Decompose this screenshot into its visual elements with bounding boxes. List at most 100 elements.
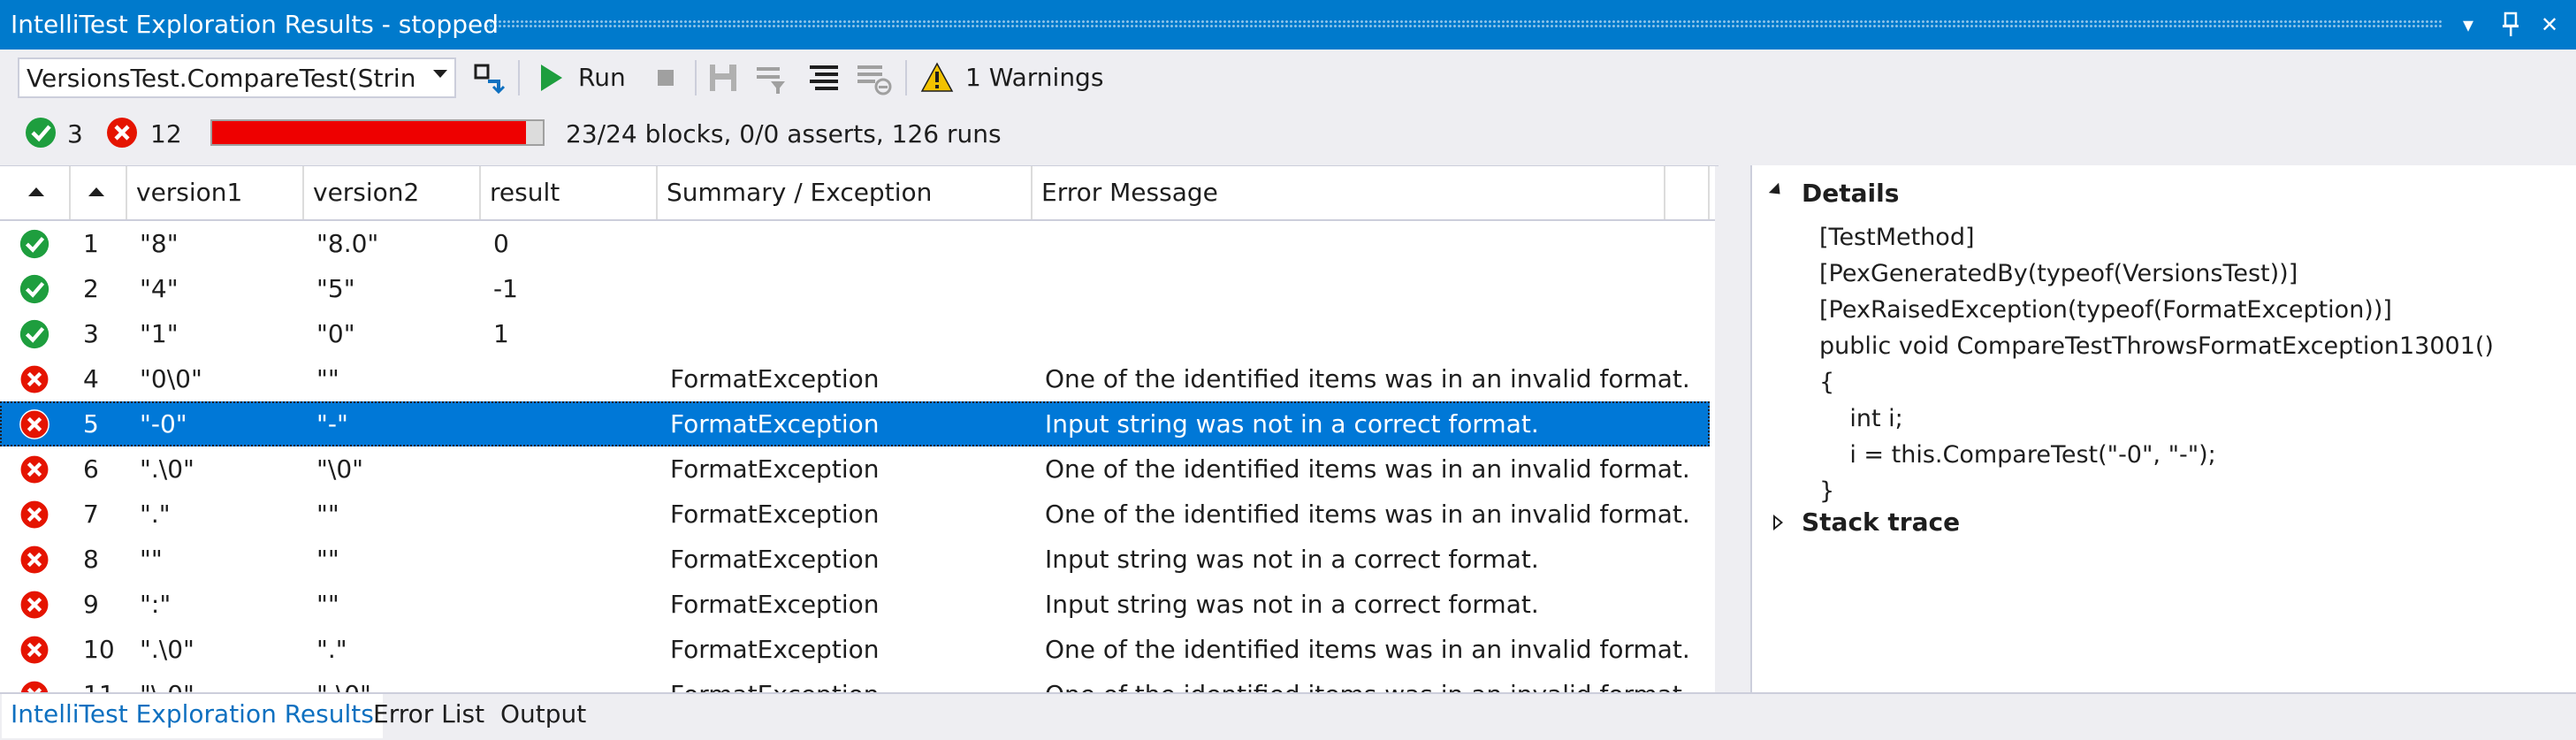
- cell-version1: "0\0": [140, 364, 202, 393]
- failed-icon: [18, 588, 51, 622]
- method-selector-value: VersionsTest.CompareTest(String v: [27, 64, 415, 93]
- cell-result: -1: [493, 274, 518, 303]
- cell-version2: ".": [316, 635, 347, 664]
- cell-id: 5: [83, 409, 99, 439]
- cell-summary: FormatException: [670, 454, 880, 484]
- table-row[interactable]: 4 "0\0" "" FormatException One of the identi…: [0, 356, 1710, 401]
- table-row[interactable]: 3 "1" "0" 1: [0, 311, 1710, 356]
- go-to-method-icon[interactable]: [470, 60, 506, 95]
- stack-trace-section-title[interactable]: Stack trace: [1802, 505, 1960, 540]
- table-row[interactable]: 1 "8" "8.0" 0: [0, 221, 1710, 266]
- tab-error-list[interactable]: Error List: [364, 694, 493, 738]
- cell-version2: "\0": [316, 454, 364, 484]
- pane-splitter[interactable]: [1743, 165, 1750, 692]
- cell-error-message: One of the identified items was in an in…: [1045, 635, 1690, 664]
- table-row[interactable]: 10 ".\0" "." FormatException One of the iden…: [0, 627, 1710, 672]
- coverage-summary: 23/24 blocks, 0/0 asserts, 126 runs: [566, 119, 1002, 149]
- warnings-button[interactable]: 1 Warnings: [919, 60, 1114, 95]
- cell-id: 6: [83, 454, 99, 484]
- toolbar-separator: [518, 60, 520, 95]
- collapse-icon[interactable]: [1768, 182, 1786, 200]
- column-header-summary[interactable]: Summary / Exception: [658, 166, 1033, 219]
- toolbar-separator: [695, 60, 697, 95]
- fix-icon[interactable]: [804, 60, 843, 95]
- vertical-scrollbar[interactable]: [1715, 166, 1719, 693]
- exploration-progress-bar: [210, 119, 545, 146]
- cell-error-message: Input string was not in a correct format…: [1045, 545, 1539, 574]
- cell-result: 0: [493, 229, 509, 258]
- table-row[interactable]: 9 ":" "" FormatException Input string was no…: [0, 582, 1710, 627]
- stop-icon[interactable]: [651, 60, 681, 95]
- code-line: [PexGeneratedBy(typeof(VersionsTest))]: [1819, 260, 2298, 287]
- allow-filter-icon[interactable]: [753, 60, 792, 95]
- cell-id: 3: [83, 319, 99, 348]
- details-pane: Details [TestMethod] [PexGeneratedBy(type…: [1750, 165, 2576, 692]
- cell-version2: "0": [316, 319, 355, 348]
- code-line: [PexRaisedException(typeof(FormatExcepti…: [1819, 296, 2392, 324]
- cell-summary: FormatException: [670, 409, 880, 439]
- code-line: {: [1819, 369, 1835, 396]
- cell-version1: "8": [140, 229, 179, 258]
- sort-ascending-icon: [28, 187, 44, 196]
- details-section-title[interactable]: Details: [1802, 176, 1899, 211]
- cell-result: 1: [493, 319, 509, 348]
- column-header-result[interactable]: result: [481, 166, 658, 219]
- failed-icon: [18, 362, 51, 396]
- table-row[interactable]: 11 "\.0" ".\0" FormatException One of the id…: [0, 672, 1710, 693]
- failed-icon: [18, 678, 51, 693]
- column-header-status[interactable]: [0, 166, 71, 219]
- passed-count: 3: [67, 119, 83, 149]
- table-row[interactable]: 7 "." "" FormatException One of the identifi…: [0, 492, 1710, 537]
- save-icon[interactable]: [705, 60, 741, 95]
- progress-fill: [212, 121, 527, 144]
- cell-version1: "": [140, 545, 163, 574]
- cell-id: 4: [83, 364, 99, 393]
- code-line: [TestMethod]: [1819, 224, 1975, 251]
- table-row[interactable]: 6 ".\0" "\0" FormatException One of the iden…: [0, 446, 1710, 492]
- table-row[interactable]: 8 "" "" FormatException Input string was not…: [0, 537, 1710, 582]
- cell-summary: FormatException: [670, 590, 880, 619]
- cell-version1: "-0": [140, 409, 187, 439]
- cell-version1: "1": [140, 319, 179, 348]
- dropdown-icon[interactable]: ▾: [2452, 7, 2484, 42]
- cell-version1: ".\0": [140, 454, 194, 484]
- cell-summary: FormatException: [670, 364, 880, 393]
- cell-id: 8: [83, 545, 99, 574]
- cell-version2: "8.0": [316, 229, 379, 258]
- cell-version2: ".\0": [316, 672, 481, 693]
- chevron-down-icon: [433, 70, 447, 78]
- cell-error-message: One of the identified items was in an in…: [1045, 500, 1690, 529]
- column-header-version2[interactable]: version2: [304, 166, 481, 219]
- cell-version2: "": [316, 364, 339, 393]
- cell-version2: "": [316, 545, 339, 574]
- expand-icon[interactable]: [1773, 515, 1783, 530]
- cell-summary: FormatException: [670, 545, 880, 574]
- suppress-icon[interactable]: [854, 60, 893, 95]
- cell-id: 1: [83, 229, 99, 258]
- method-selector[interactable]: VersionsTest.CompareTest(String v: [18, 57, 456, 98]
- cell-summary: FormatException: [670, 635, 880, 664]
- column-header-id[interactable]: [71, 166, 127, 219]
- column-header-version1[interactable]: version1: [127, 166, 304, 219]
- close-icon[interactable]: ✕: [2534, 7, 2565, 42]
- status-line: 3 12 23/24 blocks, 0/0 asserts, 126 runs: [0, 108, 2576, 163]
- failed-icon: [104, 115, 140, 150]
- column-header-error-message[interactable]: Error Message: [1033, 166, 1665, 219]
- pin-icon[interactable]: [2495, 7, 2526, 42]
- run-button[interactable]: Run: [534, 60, 633, 95]
- tab-output[interactable]: Output: [492, 694, 595, 738]
- passed-icon: [18, 272, 51, 306]
- cell-error-message: One of the identified items was in an in…: [1045, 454, 1690, 484]
- title-grip[interactable]: [484, 19, 2443, 28]
- table-row[interactable]: 2 "4" "5" -1: [0, 266, 1710, 311]
- toolbar-separator: [905, 60, 907, 95]
- code-line: public void CompareTestThrowsFormatExcep…: [1819, 332, 2494, 360]
- sort-ascending-icon: [88, 187, 104, 196]
- failed-icon: [18, 543, 51, 576]
- cell-id: 10: [83, 635, 115, 664]
- failed-icon: [18, 408, 51, 441]
- passed-icon: [18, 317, 51, 351]
- table-row[interactable]: 5 "-0" "-" FormatException Input string was …: [0, 401, 1710, 446]
- cell-id: 2: [83, 274, 99, 303]
- tab-intellitest-results[interactable]: IntelliTest Exploration Results: [2, 694, 383, 738]
